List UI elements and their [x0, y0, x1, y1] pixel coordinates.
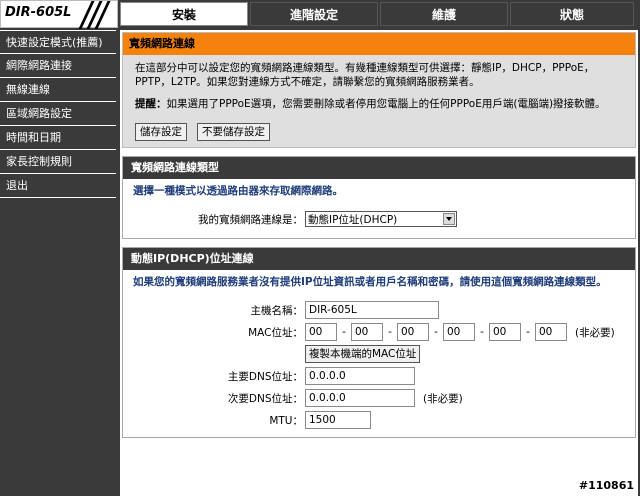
- sidebar-item-time-date[interactable]: 時間和日期: [0, 126, 116, 150]
- mac-address-row: MAC位址： 00 - 00 - 00 - 00 - 00 - 00 (非必要): [133, 321, 625, 343]
- save-settings-button[interactable]: 儲存設定: [135, 123, 187, 141]
- mtu-label: MTU：: [269, 414, 303, 427]
- sidebar-item-quick-setup[interactable]: 快速設定模式(推薦): [0, 30, 116, 54]
- sidebar-item-internet[interactable]: 網際網路連接: [0, 54, 116, 78]
- dhcp-body: 如果您的寬頻網路服務業者沒有提供IP位址資訊或者用戶名稱和密碼，請使用這個寬頻網…: [123, 270, 635, 437]
- host-name-row: 主機名稱： DIR-605L: [133, 299, 625, 321]
- mac-octet-5-input[interactable]: 00: [489, 323, 521, 341]
- mtu-row: MTU： 1500: [133, 409, 625, 431]
- mac-separator: -: [388, 326, 392, 338]
- mac-octet-6-input[interactable]: 00: [535, 323, 567, 341]
- mac-address-label: MAC位址：: [248, 326, 303, 339]
- notice-panel: 寬頻網路連線 在這部分中可以設定您的寬頻網路連線類型。有幾種連線類型可供選擇：靜…: [122, 32, 636, 148]
- mac-separator: -: [480, 326, 484, 338]
- mac-octet-4-input[interactable]: 00: [443, 323, 475, 341]
- sidebar-item-lan[interactable]: 區域網路設定: [0, 102, 116, 126]
- secondary-dns-row: 次要DNS位址： 0.0.0.0 (非必要): [133, 387, 625, 409]
- main-tabs: 安裝 進階設定 維護 狀態: [120, 2, 634, 26]
- primary-dns-label: 主要DNS位址：: [227, 370, 303, 383]
- connection-type-desc: 選擇一種模式以透過路由器來存取網際網路。: [133, 185, 343, 197]
- notice-title: 寬頻網路連線: [123, 33, 635, 55]
- main-content: 寬頻網路連線 在這部分中可以設定您的寬頻網路連線類型。有幾種連線類型可供選擇：靜…: [120, 30, 638, 496]
- notice-tip-label: 提醒：: [135, 98, 167, 110]
- sidebar: 快速設定模式(推薦) 網際網路連接 無線連線 區域網路設定 時間和日期 家長控制…: [0, 30, 116, 496]
- logo-text: DIR-605L: [5, 5, 72, 20]
- dhcp-section: 動態IP(DHCP)位址連線 如果您的寬頻網路服務業者沒有提供IP位址資訊或者用…: [122, 247, 636, 438]
- secondary-dns-input[interactable]: 0.0.0.0: [305, 389, 415, 407]
- secondary-dns-optional-note: (非必要): [423, 392, 463, 405]
- connection-type-label: 我的寬頻網路連線是：: [198, 213, 303, 226]
- tab-maintenance[interactable]: 維護: [380, 2, 508, 26]
- dhcp-title: 動態IP(DHCP)位址連線: [123, 248, 635, 270]
- connection-type-body: 選擇一種模式以透過路由器來存取網際網路。 我的寬頻網路連線是： 動態IP位址(D…: [123, 179, 635, 238]
- tab-status[interactable]: 狀態: [510, 2, 634, 26]
- connection-type-selected: 動態IP位址(DHCP): [308, 213, 398, 226]
- tab-advanced[interactable]: 進階設定: [250, 2, 378, 26]
- primary-dns-input[interactable]: 0.0.0.0: [305, 367, 415, 385]
- secondary-dns-label: 次要DNS位址：: [227, 392, 303, 405]
- mac-octet-2-input[interactable]: 00: [351, 323, 383, 341]
- clone-mac-row: 複製本機端的MAC位址: [133, 343, 625, 365]
- mac-optional-note: (非必要): [575, 326, 615, 339]
- connection-type-select[interactable]: 動態IP位址(DHCP): [305, 211, 457, 227]
- host-name-label: 主機名稱：: [250, 304, 304, 317]
- sidebar-item-logout[interactable]: 退出: [0, 174, 116, 198]
- host-name-input[interactable]: DIR-605L: [305, 301, 439, 319]
- notice-text: 在這部分中可以設定您的寬頻網路連線類型。有幾種連線類型可供選擇：靜態IP，DHC…: [135, 62, 595, 88]
- notice-tip: 提醒：如果選用了PPPoE選項，您需要刪除或者停用您電腦上的任何PPPoE用戶端…: [135, 97, 625, 111]
- mac-octet-3-input[interactable]: 00: [397, 323, 429, 341]
- connection-type-section: 寬頻網路連線類型 選擇一種模式以透過路由器來存取網際網路。 我的寬頻網路連線是：…: [122, 156, 636, 239]
- primary-dns-row: 主要DNS位址： 0.0.0.0: [133, 365, 625, 387]
- sidebar-item-wireless[interactable]: 無線連線: [0, 78, 116, 102]
- mac-separator: -: [434, 326, 438, 338]
- sidebar-item-parental-control[interactable]: 家長控制規則: [0, 150, 116, 174]
- watermark-text: #110861: [578, 479, 634, 492]
- mac-octet-1-input[interactable]: 00: [305, 323, 337, 341]
- clone-mac-button[interactable]: 複製本機端的MAC位址: [305, 345, 421, 363]
- notice-body: 在這部分中可以設定您的寬頻網路連線類型。有幾種連線類型可供選擇：靜態IP，DHC…: [123, 55, 635, 147]
- connection-type-row: 我的寬頻網路連線是： 動態IP位址(DHCP): [133, 208, 625, 230]
- mac-separator: -: [526, 326, 530, 338]
- tab-setup[interactable]: 安裝: [120, 2, 248, 26]
- dhcp-desc: 如果您的寬頻網路服務業者沒有提供IP位址資訊或者用戶名稱和密碼，請使用這個寬頻網…: [133, 276, 607, 288]
- dont-save-settings-button[interactable]: 不要儲存設定: [197, 123, 270, 141]
- chevron-down-icon: [443, 213, 455, 225]
- connection-type-title: 寬頻網路連線類型: [123, 157, 635, 179]
- notice-buttons: 儲存設定 不要儲存設定: [135, 119, 625, 141]
- notice-tip-text: 如果選用了PPPoE選項，您需要刪除或者停用您電腦上的任何PPPoE用戶端(電腦…: [166, 98, 606, 110]
- logo: DIR-605L: [0, 0, 118, 29]
- top-navigation: DIR-605L 安裝 進階設定 維護 狀態: [0, 0, 640, 29]
- mac-separator: -: [342, 326, 346, 338]
- mtu-input[interactable]: 1500: [305, 411, 371, 429]
